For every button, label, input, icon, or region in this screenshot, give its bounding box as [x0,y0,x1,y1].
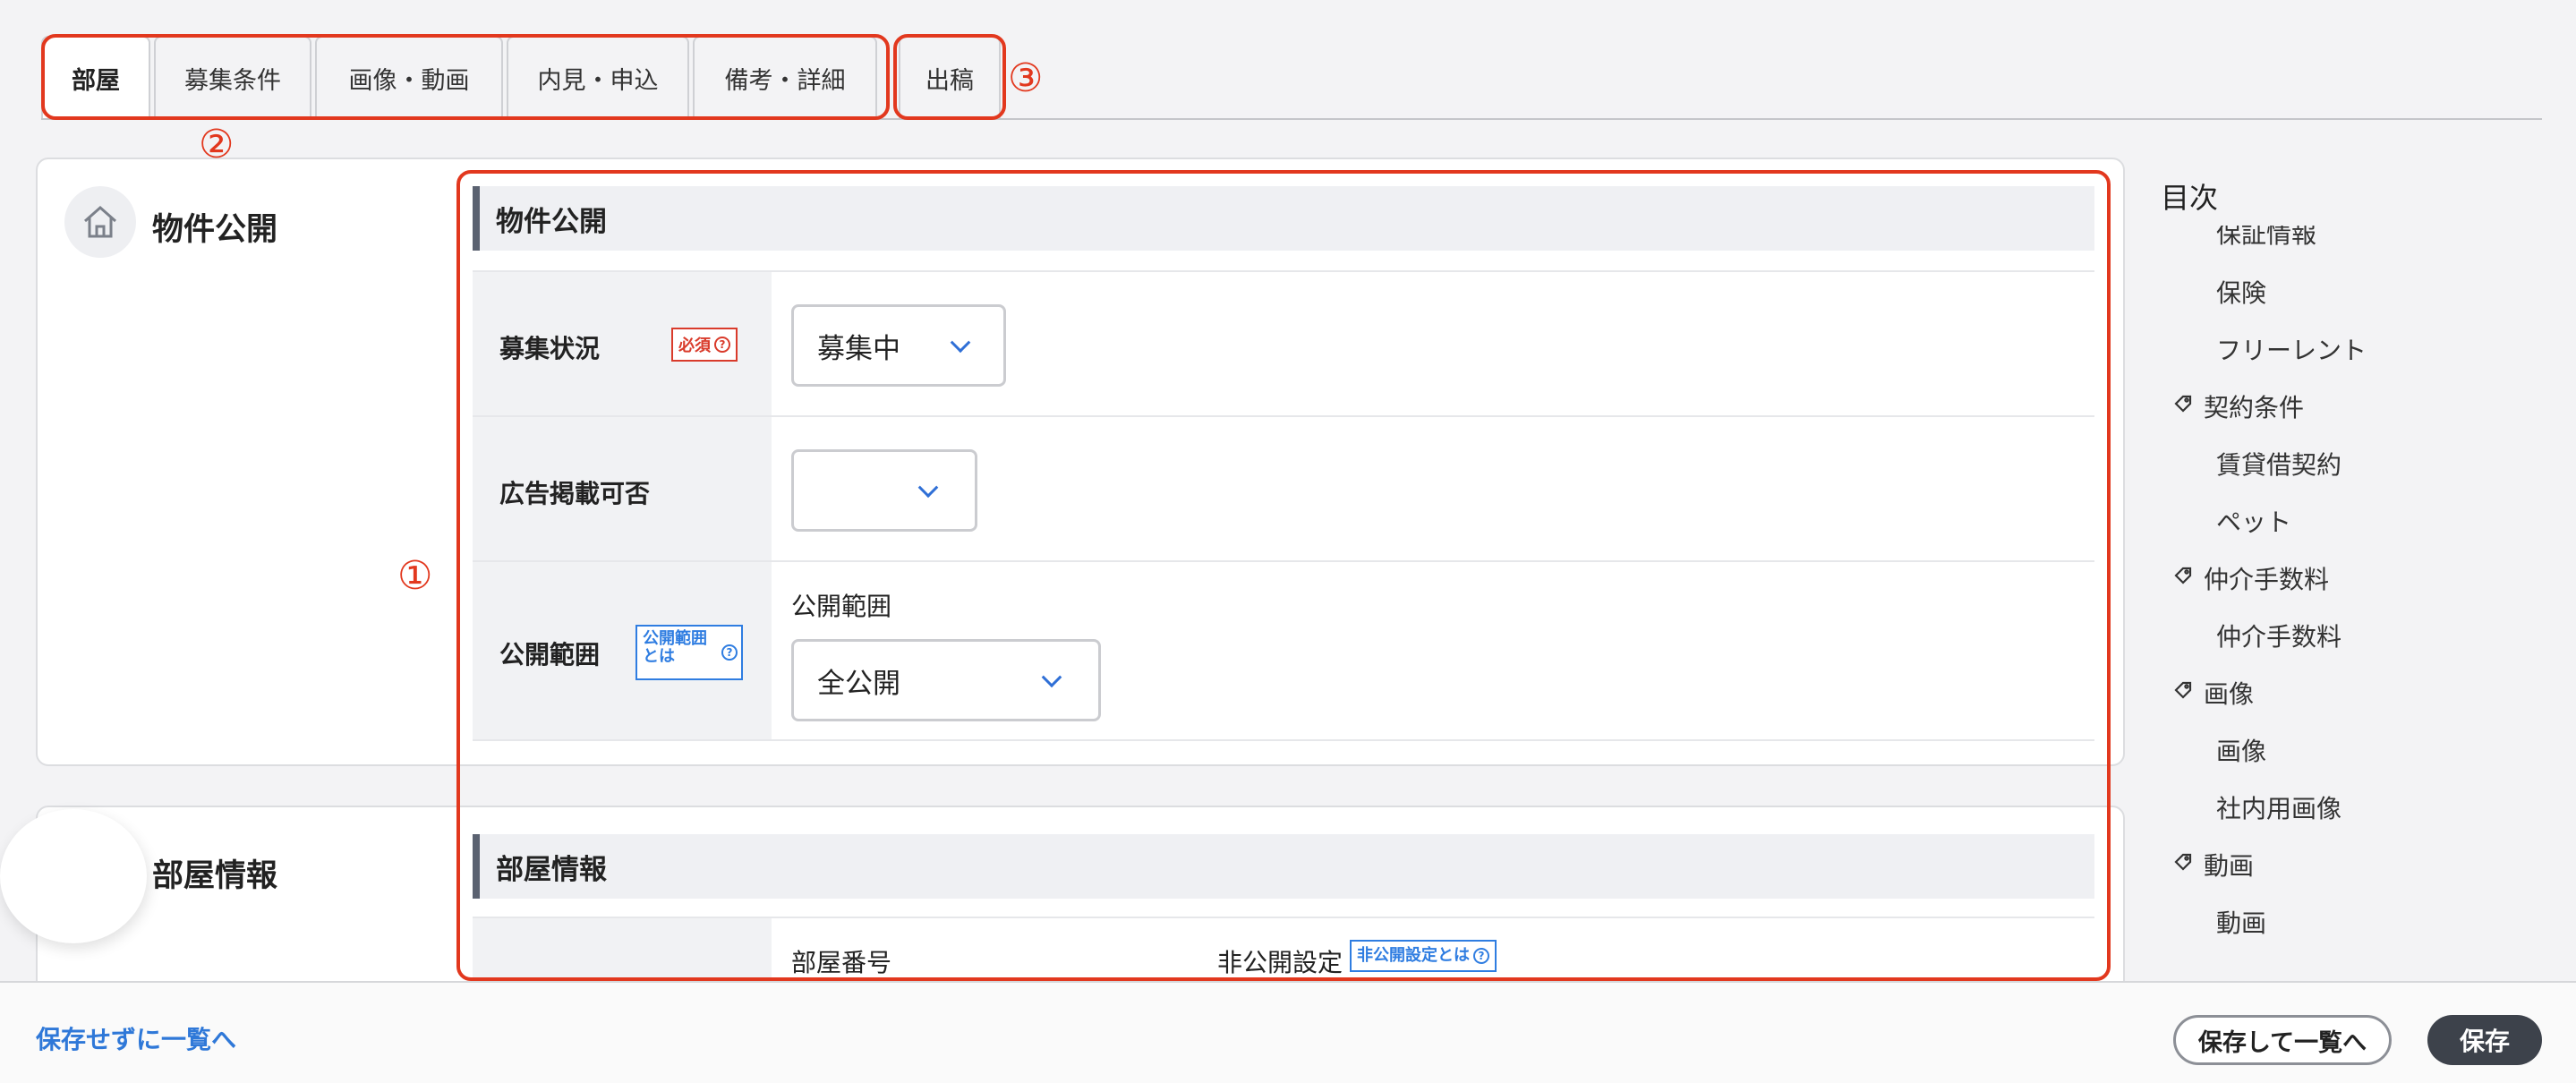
toc-category-brokerage-fee[interactable]: 仲介手数料 [2173,560,2329,596]
tag-icon [2174,681,2192,699]
tag-icon [2174,395,2192,413]
toc-item-videos[interactable]: 動画 [2216,904,2266,940]
annotation-box-publish-tab [893,34,1006,120]
toc-category-label: 契約条件 [2204,393,2305,422]
annotation-number-2: ② [199,122,235,167]
footer-bar: 保存せずに一覧へ 保存して一覧へ 保存 [0,981,2576,1083]
toc-item-guarantee[interactable]: 保証情報 [2216,226,2316,251]
toc-list[interactable]: 保証情報 保険 フリーレント 契約条件 賃貸借契約 ペット 仲介手数料 仲介手数… [2161,226,2537,949]
toc-category-label: 画像 [2204,679,2255,709]
toc-item-images[interactable]: 画像 [2216,732,2266,768]
toc-item-free-rent[interactable]: フリーレント [2216,331,2367,367]
toc-item-brokerage-fee[interactable]: 仲介手数料 [2216,618,2341,653]
home-icon [64,186,136,258]
toc-category-label: 仲介手数料 [2204,565,2330,594]
tag-icon [2174,567,2192,584]
publication-card-title: 物件公開 [152,212,278,248]
toc-title: 目次 [2161,181,2219,215]
annotation-box-tabs [41,34,890,120]
floating-avatar [0,809,147,943]
annotation-number-3: ③ [1008,55,1044,101]
toc-category-videos[interactable]: 動画 [2173,847,2254,883]
toc-category-images[interactable]: 画像 [2173,675,2254,711]
toc-category-contract[interactable]: 契約条件 [2173,388,2304,424]
toc-category-label: 動画 [2204,851,2255,881]
room-info-card-title: 部屋情報 [152,858,278,894]
tag-icon [2174,853,2192,871]
toc-item-pet[interactable]: ペット [2216,503,2291,539]
save-button[interactable]: 保存 [2427,1015,2542,1065]
toc-item-internal-images[interactable]: 社内用画像 [2216,789,2341,825]
annotation-number-1: ① [397,553,433,599]
back-without-saving-link[interactable]: 保存せずに一覧へ [36,1020,236,1056]
toc-item-lease-contract[interactable]: 賃貸借契約 [2216,446,2341,482]
toc-item-insurance[interactable]: 保険 [2216,274,2266,310]
save-and-list-button[interactable]: 保存して一覧へ [2173,1015,2392,1065]
annotation-box-form [456,170,2111,981]
